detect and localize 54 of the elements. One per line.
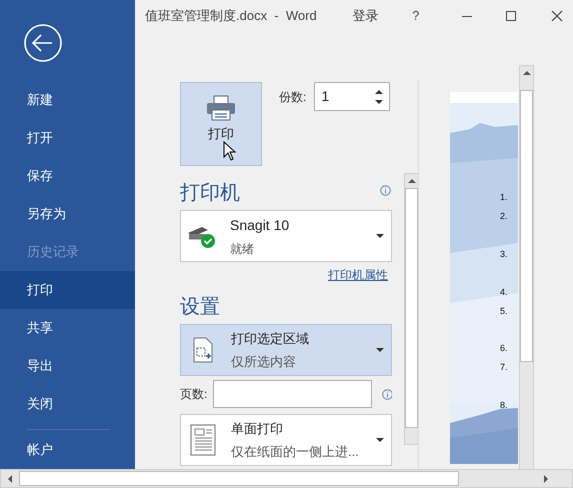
scroll-left-icon[interactable] xyxy=(6,474,12,482)
dropdown-arrow-icon xyxy=(376,438,384,442)
printer-dropdown[interactable]: Snagit 10 就绪 xyxy=(180,210,392,262)
pages-label: 页数: xyxy=(180,386,208,403)
help-button[interactable]: ? xyxy=(408,6,423,26)
settings-dropdown[interactable]: 打印选定区域 仅所选内容 xyxy=(180,324,392,376)
mouse-cursor-icon xyxy=(223,141,236,161)
info-icon xyxy=(380,185,391,196)
list-number: 1. xyxy=(500,192,508,202)
sidebar-item[interactable]: 打印 xyxy=(0,271,135,309)
printer-status: 就绪 xyxy=(230,240,255,258)
copies-spinner[interactable]: 1 xyxy=(314,82,390,111)
window-title: 值班室管理制度.docx - Word xyxy=(145,7,317,26)
sidebar-item[interactable]: 帐户 xyxy=(0,436,135,464)
list-number: 7. xyxy=(500,362,508,372)
section-heading: 设置 xyxy=(180,295,221,320)
printer-properties-link[interactable]: 打印机属性 xyxy=(328,266,388,284)
sidebar-item[interactable]: 另存为 xyxy=(0,195,135,233)
sidebar-item[interactable]: 新建 xyxy=(0,81,135,119)
dropdown-arrow-icon xyxy=(376,348,384,352)
sidebar-item[interactable]: 导出 xyxy=(0,347,135,385)
pages-input[interactable] xyxy=(213,380,372,408)
list-number: 2. xyxy=(500,211,508,221)
settings-dropdown[interactable]: 单面打印 仅在纸面的一侧上进... xyxy=(180,414,392,466)
maximize-icon xyxy=(504,10,517,22)
list-number: 4. xyxy=(500,287,508,297)
preview-scrollbar[interactable] xyxy=(519,65,534,470)
back-button[interactable] xyxy=(23,23,63,63)
dropdown-title: 单面打印 xyxy=(231,420,284,438)
sidebar-item[interactable]: 关闭 xyxy=(0,385,135,423)
horizontal-scrollbar[interactable] xyxy=(0,469,573,488)
list-number: 5. xyxy=(500,306,508,316)
printer-icon xyxy=(206,95,236,121)
selection-page-icon xyxy=(193,337,213,363)
settings-scrollbar[interactable] xyxy=(404,173,419,445)
dropdown-title: 打印选定区域 xyxy=(231,330,310,348)
dropdown-subtitle: 仅所选内容 xyxy=(231,353,297,371)
dropdown-subtitle: 仅在纸面的一侧上进... xyxy=(231,443,360,461)
section-heading: 打印机 xyxy=(180,181,240,206)
list-number: 3. xyxy=(500,249,508,259)
printer-name: Snagit 10 xyxy=(230,216,290,235)
list-number: 8. xyxy=(500,400,508,410)
sidebar-item[interactable]: 共享 xyxy=(0,309,135,347)
copies-label: 份数: xyxy=(279,88,306,106)
sidebar-item[interactable]: 打开 xyxy=(0,119,135,157)
sign-in-link[interactable]: 登录 xyxy=(352,6,379,26)
sidebar-item[interactable]: 保存 xyxy=(0,157,135,195)
print-button[interactable]: 打印 xyxy=(180,82,262,166)
close-icon xyxy=(550,10,563,22)
info-icon xyxy=(382,388,392,400)
scroll-right-icon[interactable] xyxy=(544,474,550,482)
list-number: 6. xyxy=(500,343,508,353)
single-page-icon xyxy=(190,424,216,456)
dropdown-arrow-icon xyxy=(376,234,384,238)
